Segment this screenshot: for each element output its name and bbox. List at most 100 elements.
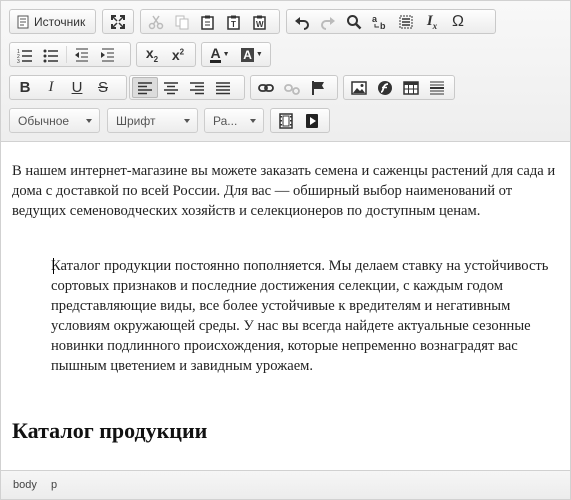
horizontal-rule-button[interactable] [424, 77, 450, 98]
chevron-down-icon [184, 119, 190, 123]
strikethrough-button[interactable]: S [90, 77, 116, 98]
indent-button[interactable] [95, 44, 121, 65]
font-dropdown[interactable]: Шрифт [107, 108, 198, 133]
image-button[interactable] [346, 77, 372, 98]
editor-toolbar: Источник T W a b Ix Ω 1 2 3 x2 x2 A ▼ A … [1, 1, 570, 142]
paste-text-button[interactable]: T [221, 11, 247, 32]
link-group [250, 75, 338, 100]
remove-format-button[interactable]: Ix [419, 11, 445, 32]
maximize-icon [111, 14, 125, 29]
underline-button[interactable]: U [64, 77, 90, 98]
svg-text:W: W [256, 20, 264, 29]
svg-text:b: b [380, 21, 386, 30]
size-dropdown[interactable]: Ра... [204, 108, 264, 133]
omega-icon: Ω [452, 12, 464, 30]
align-center-button[interactable] [158, 77, 184, 98]
subscript-button[interactable]: x2 [139, 44, 165, 65]
select-all-button[interactable] [393, 11, 419, 32]
svg-text:3: 3 [17, 59, 20, 63]
dropdown-arrow-icon: ▼ [255, 51, 263, 58]
path-item-p[interactable]: p [51, 479, 57, 491]
catalog-heading: Каталог продукции [12, 418, 208, 443]
svg-text:a: a [372, 14, 378, 24]
source-group: Источник [9, 9, 96, 34]
unlink-icon [284, 83, 300, 95]
superscript-button[interactable]: x2 [165, 44, 191, 65]
path-item-body[interactable]: body [13, 479, 37, 491]
special-char-button[interactable]: Ω [445, 11, 471, 32]
edit-group: a b Ix Ω [286, 9, 496, 34]
bulleted-list-button[interactable] [38, 44, 64, 65]
text-caret [53, 258, 54, 274]
paste-button[interactable] [195, 11, 221, 32]
numbered-list-button[interactable]: 1 2 3 [12, 44, 38, 65]
format-dropdown-value: Обычное [18, 113, 70, 128]
source-button[interactable]: Источник [12, 11, 89, 32]
play-video-icon [306, 113, 318, 128]
superscript-icon: x2 [171, 46, 185, 63]
element-path-bar: body p [1, 470, 570, 499]
editor-content[interactable]: В нашем интернет-магазине вы можете зака… [1, 142, 570, 469]
undo-icon [295, 16, 309, 30]
find-button[interactable] [341, 11, 367, 32]
copy-icon [175, 15, 189, 29]
align-right-icon [190, 81, 204, 94]
align-left-icon [138, 81, 152, 94]
justify-button[interactable] [210, 77, 236, 98]
script-group: x2 x2 [136, 42, 196, 67]
undo-button[interactable] [289, 11, 315, 32]
cut-button[interactable] [143, 11, 169, 32]
clipboard-icon [201, 15, 214, 30]
clipboard-group: T W [140, 9, 280, 34]
source-icon [17, 15, 29, 28]
indent-icon [101, 48, 114, 61]
anchor-button[interactable] [305, 77, 331, 98]
format-dropdown[interactable]: Обычное [9, 108, 100, 133]
rich-text-editor: Источник T W a b Ix Ω 1 2 3 x2 x2 A ▼ A … [0, 0, 571, 500]
align-center-icon [164, 81, 178, 94]
size-dropdown-value: Ра... [213, 113, 238, 128]
chevron-down-icon [86, 119, 92, 123]
replace-icon: a b [372, 14, 386, 30]
flash-button[interactable] [372, 77, 398, 98]
bg-color-button[interactable]: A ▼ [236, 44, 268, 65]
justify-icon [216, 81, 230, 94]
dropdown-arrow-icon: ▼ [222, 51, 230, 58]
chevron-down-icon [250, 119, 256, 123]
horizontal-rule-icon [430, 81, 444, 94]
copy-button[interactable] [169, 11, 195, 32]
basic-style-group: B I U S [9, 75, 127, 100]
youtube-button[interactable] [299, 110, 325, 131]
search-icon [347, 14, 362, 29]
paste-text-icon: T [227, 15, 240, 30]
flag-icon [312, 80, 324, 95]
italic-button[interactable]: I [38, 77, 64, 98]
select-all-icon [399, 15, 413, 28]
subscript-icon: x2 [145, 45, 159, 64]
remove-format-icon: Ix [426, 12, 438, 31]
redo-icon [321, 16, 335, 30]
video-button[interactable] [273, 110, 299, 131]
maximize-button[interactable] [105, 11, 131, 32]
align-right-button[interactable] [184, 77, 210, 98]
color-group: A ▼ A ▼ [201, 42, 271, 67]
replace-button[interactable]: a b [367, 11, 393, 32]
align-left-button[interactable] [132, 77, 158, 98]
source-label: Источник [34, 14, 86, 29]
separator [66, 46, 67, 63]
list-group: 1 2 3 [9, 42, 131, 67]
scissors-icon [148, 15, 164, 29]
maximize-group [102, 9, 134, 34]
outdent-icon [75, 48, 88, 61]
text-color-button[interactable]: A ▼ [204, 44, 236, 65]
svg-text:T: T [231, 20, 236, 29]
redo-button[interactable] [315, 11, 341, 32]
bulleted-list-icon [43, 49, 58, 62]
unlink-button[interactable] [279, 77, 305, 98]
link-button[interactable] [253, 77, 279, 98]
bold-button[interactable]: B [12, 77, 38, 98]
align-group [129, 75, 245, 100]
paste-word-button[interactable]: W [247, 11, 273, 32]
table-button[interactable] [398, 77, 424, 98]
outdent-button[interactable] [69, 44, 95, 65]
